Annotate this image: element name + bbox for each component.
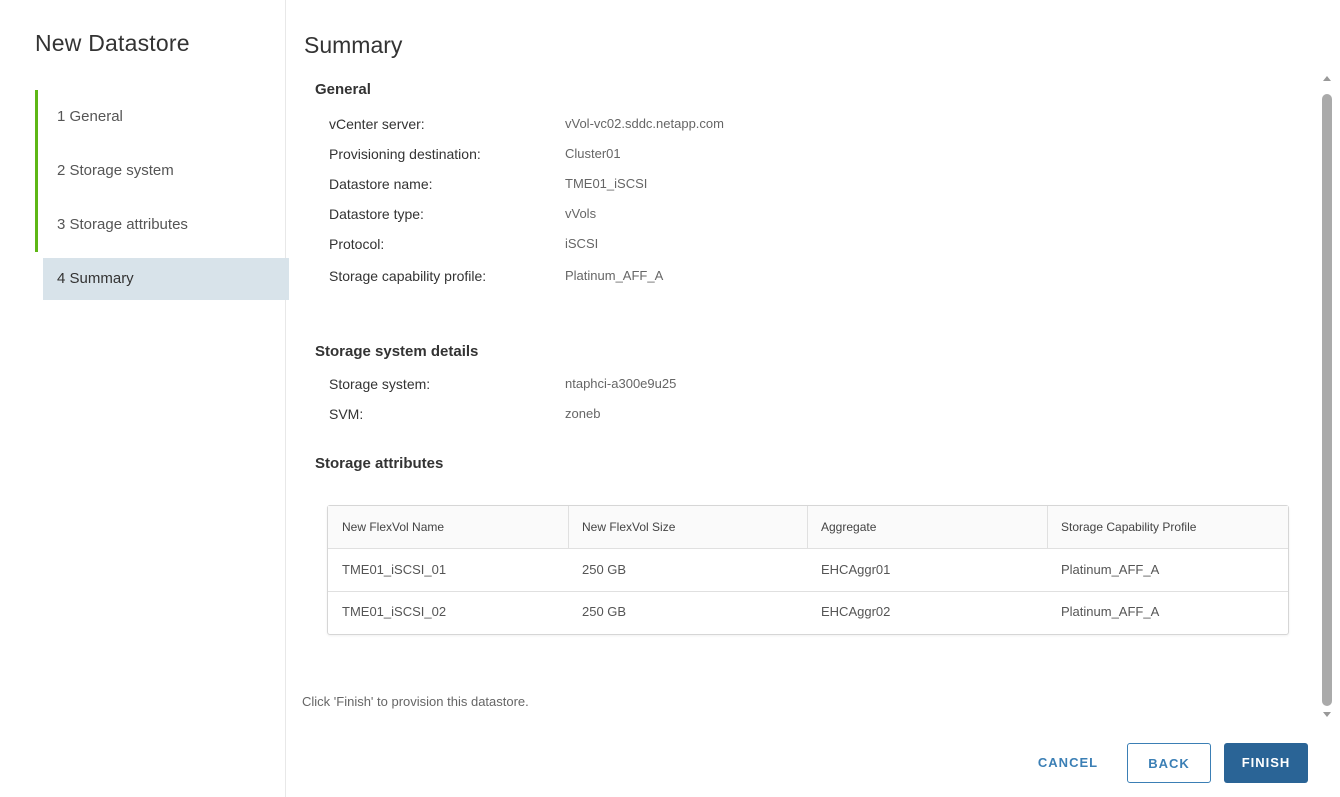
kv-key: Datastore type: (329, 206, 424, 222)
kv-value: Cluster01 (565, 146, 621, 161)
scroll-down-arrow-icon[interactable] (1323, 712, 1331, 717)
scroll-up-arrow-icon[interactable] (1323, 76, 1331, 81)
step-summary[interactable]: 4 Summary (43, 258, 289, 300)
wizard-sidebar: New Datastore 1 General 2 Storage system… (0, 0, 289, 797)
kv-value: Platinum_AFF_A (565, 268, 664, 283)
section-storage-system-heading: Storage system details (315, 343, 479, 360)
table-row[interactable]: TME01_iSCSI_01 250 GB EHCAggr01 Platinum… (328, 549, 1288, 592)
kv-key: Storage system: (329, 376, 431, 392)
kv-value: zoneb (565, 406, 601, 421)
table-header-row: New FlexVol Name New FlexVol Size Aggreg… (328, 506, 1288, 549)
table-cell: 250 GB (582, 604, 627, 619)
section-general-heading: General (315, 81, 371, 98)
table-cell: 250 GB (582, 562, 627, 577)
wizard-title: New Datastore (35, 30, 190, 56)
column-header[interactable]: Aggregate (807, 506, 1048, 548)
table-row[interactable]: TME01_iSCSI_02 250 GB EHCAggr02 Platinum… (328, 591, 1288, 633)
finish-button[interactable]: FINISH (1224, 743, 1308, 783)
storage-attributes-table: New FlexVol Name New FlexVol Size Aggreg… (327, 505, 1289, 635)
cancel-button[interactable]: CANCEL (1028, 743, 1108, 783)
column-header[interactable]: Storage Capability Profile (1047, 506, 1287, 548)
kv-value: iSCSI (565, 236, 599, 251)
kv-key: Storage capability profile: (329, 268, 487, 284)
wizard-steps: 1 General 2 Storage system 3 Storage att… (35, 90, 289, 300)
column-header[interactable]: New FlexVol Size (568, 506, 808, 548)
column-header[interactable]: New FlexVol Name (328, 506, 569, 548)
kv-key: vCenter server: (329, 116, 425, 132)
kv-key: Datastore name: (329, 176, 433, 192)
kv-value: ntaphci-a300e9u25 (565, 376, 677, 391)
back-button[interactable]: BACK (1127, 743, 1211, 783)
vertical-scrollbar[interactable] (1320, 70, 1334, 730)
table-cell: Platinum_AFF_A (1061, 604, 1160, 619)
kv-key: SVM: (329, 406, 364, 422)
kv-value: TME01_iSCSI (565, 176, 648, 191)
kv-value: vVol-vc02.sddc.netapp.com (565, 116, 724, 131)
finish-hint: Click 'Finish' to provision this datasto… (302, 694, 529, 709)
table-cell: Platinum_AFF_A (1061, 562, 1160, 577)
kv-key: Provisioning destination: (329, 146, 481, 162)
table-cell: TME01_iSCSI_01 (342, 562, 447, 577)
table-cell: EHCAggr01 (821, 562, 891, 577)
step-general[interactable]: 1 General (35, 90, 285, 144)
scrollbar-thumb[interactable] (1322, 94, 1332, 706)
page-title: Summary (304, 32, 403, 58)
kv-value: vVols (565, 206, 597, 221)
table-cell: EHCAggr02 (821, 604, 891, 619)
step-storage-attributes[interactable]: 3 Storage attributes (35, 198, 285, 252)
section-storage-attributes-heading: Storage attributes (315, 455, 444, 472)
table-cell: TME01_iSCSI_02 (342, 604, 447, 619)
kv-key: Protocol: (329, 236, 385, 252)
step-storage-system[interactable]: 2 Storage system (35, 144, 285, 198)
main-panel: Summary General vCenter server: vVol-vc0… (300, 0, 1340, 797)
